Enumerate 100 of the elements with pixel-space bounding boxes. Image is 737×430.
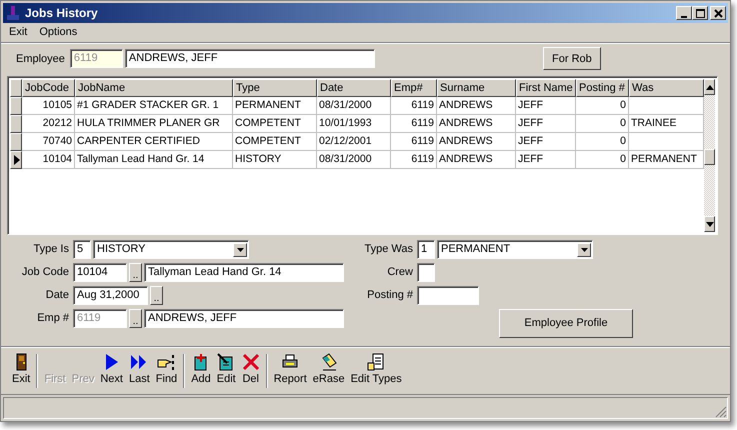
posting-number-field[interactable] [417,286,479,304]
posting-number-label: Posting # [366,289,413,301]
minimize-icon[interactable] [676,6,692,20]
crew-label: Crew [386,266,413,278]
table-cell: 10105 [22,97,75,115]
close-icon[interactable] [710,6,726,20]
table-cell: JEFF [516,151,576,169]
toolbar-button[interactable]: Exit [9,352,34,390]
row-indicator[interactable] [10,115,22,133]
column-header[interactable]: JobName [75,79,233,97]
table-cell: 20212 [22,115,75,133]
pointing-hand-icon [157,353,176,371]
table-cell: 0 [576,133,629,151]
column-header[interactable]: Surname [437,79,516,97]
column-header[interactable]: Date [317,79,391,97]
table-cell: JEFF [516,97,576,115]
scroll-down-icon[interactable] [706,222,714,226]
row-indicator[interactable] [10,151,22,169]
table-cell: HISTORY [233,151,317,169]
lookup-button[interactable]: .. [129,308,142,328]
employee-label: Employee [16,52,65,64]
toolbar-button[interactable]: Last [126,352,153,390]
table-cell: ANDREWS [437,133,516,151]
for-rob-button[interactable]: For Rob [542,47,601,70]
table-cell: 10/01/1993 [317,115,391,133]
document-icon [367,353,386,371]
date-field[interactable]: Aug 31,2000 [73,286,148,304]
column-header[interactable]: Was [629,79,704,97]
resize-grip-icon[interactable] [715,406,727,418]
table-cell: Tallyman Lead Hand Gr. 14 [75,151,233,169]
column-header[interactable]: JobCode [22,79,75,97]
table-cell: 08/31/2000 [317,97,391,115]
scrollbar-thumb[interactable] [704,149,715,165]
table-cell: COMPETENT [233,133,317,151]
table-cell: 02/12/2001 [317,133,391,151]
table-cell: 10104 [22,151,75,169]
toolbar-button[interactable]: Add [188,352,214,390]
table-cell: 0 [576,97,629,115]
toolbar-button[interactable]: Edit [214,352,239,390]
toolbar-button[interactable]: Report [270,352,310,390]
menu-item[interactable]: Options [39,26,78,39]
type-is-dropdown[interactable]: HISTORY [93,240,249,258]
table-cell: CARPENTER CERTIFIED [75,133,233,151]
column-header[interactable]: Posting # [576,79,629,97]
table-cell: PERMANENT [233,97,317,115]
current-row-icon [14,155,20,165]
table-cell: 0 [576,115,629,133]
emp-name-field[interactable]: ANDREWS, JEFF [144,308,344,328]
job-code-field[interactable]: 10104 [73,262,127,282]
toolbar-button[interactable]: Find [152,352,180,390]
table-cell: 6119 [391,115,437,133]
eraser-icon [320,353,338,371]
type-is-label: Type Is [32,243,69,255]
table-cell: 6119 [391,97,437,115]
table-cell: ANDREWS [437,97,516,115]
table-cell: COMPETENT [233,115,317,133]
close-icon [242,353,260,371]
emp-number-label: Emp # [36,312,69,324]
toolbar-button[interactable]: eRase [310,352,348,390]
table-cell: JEFF [516,133,576,151]
employee-name-field[interactable]: ANDREWS, JEFF [124,49,375,68]
date-picker-button[interactable]: .. [150,286,163,304]
table-cell: 0 [576,151,629,169]
dropdown-arrow-icon [236,248,244,252]
toolbar-button[interactable]: Del [238,352,263,390]
type-was-code-field[interactable]: 1 [417,240,435,258]
toolbar-button[interactable]: Edit Types [348,352,405,390]
window-title: Jobs History [25,6,99,20]
table-cell: 08/31/2000 [317,151,391,169]
type-is-code-field[interactable]: 5 [73,240,91,258]
vertical-scrollbar[interactable] [704,79,715,232]
menu-item[interactable]: Exit [9,26,28,39]
table-cell: #1 GRADER STACKER GR. 1 [75,97,233,115]
table-cell: 70740 [22,133,75,151]
row-indicator[interactable] [10,97,22,115]
date-label: Date [44,289,69,301]
header-corner[interactable] [10,79,22,97]
table-cell: HULA TRIMMER PLANER GR [75,115,233,133]
maximize-icon[interactable] [692,6,708,20]
table-cell: JEFF [516,115,576,133]
app-icon [5,5,21,21]
job-code-label: Job Code [20,266,69,278]
dropdown-arrow-icon [580,248,588,252]
table-cell: ANDREWS [437,115,516,133]
column-header[interactable]: Emp# [391,79,437,97]
type-was-dropdown[interactable]: PERMANENT [437,240,593,258]
lookup-button[interactable]: .. [129,262,142,282]
document-edit-icon [217,353,236,371]
fast-forward-icon [130,353,148,371]
job-name-field[interactable]: Tallyman Lead Hand Gr. 14 [144,262,344,282]
type-was-label: Type Was [364,243,413,255]
scroll-up-icon[interactable] [706,84,714,90]
table-cell: 6119 [391,133,437,151]
toolbar-button[interactable]: Next [97,352,126,390]
column-header[interactable]: Type [233,79,317,97]
crew-field[interactable] [417,262,435,282]
column-header[interactable]: First Name [516,79,576,97]
employee-profile-button[interactable]: Employee Profile [499,308,633,338]
row-indicator[interactable] [10,133,22,151]
table-cell: 6119 [391,151,437,169]
